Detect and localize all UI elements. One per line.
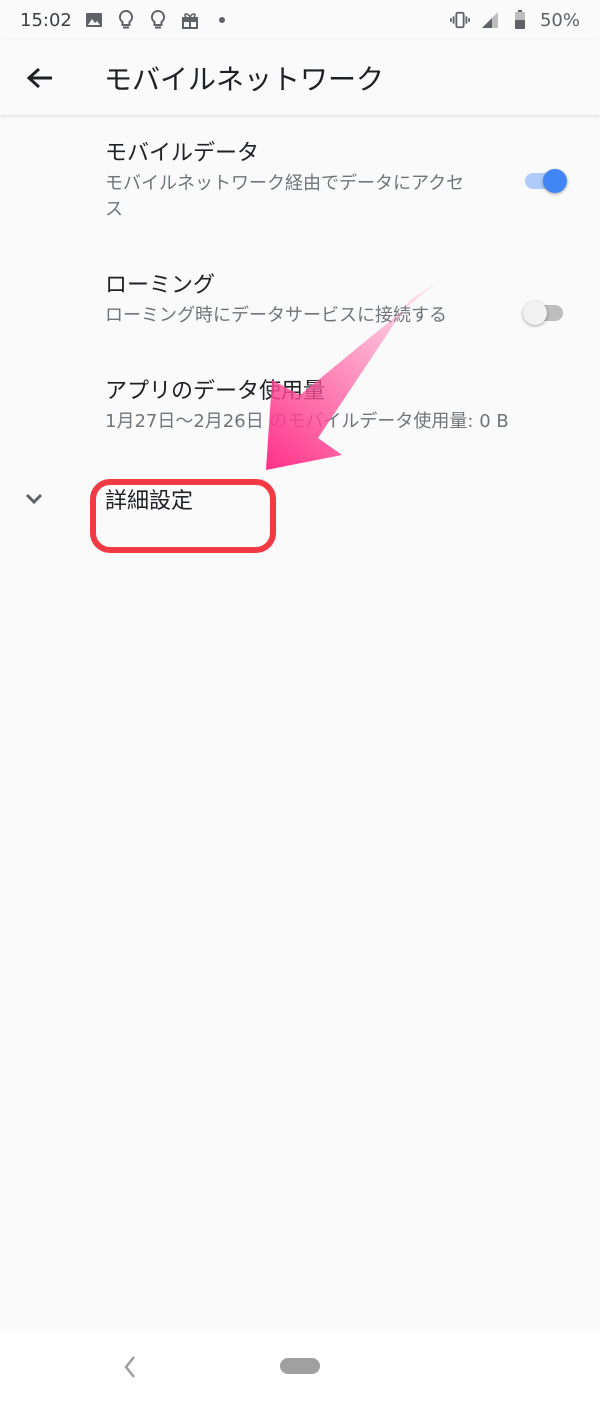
battery-icon xyxy=(510,10,530,30)
mobile-data-switch[interactable] xyxy=(525,169,567,193)
nav-bar xyxy=(0,1331,600,1401)
roaming-switch[interactable] xyxy=(523,301,565,325)
vibrate-icon xyxy=(449,10,470,30)
switch-thumb xyxy=(523,301,547,325)
signal-icon xyxy=(480,10,500,30)
pref-roaming[interactable]: ローミング ローミング時にデータサービスに接続する xyxy=(0,247,600,353)
pref-mobile-data[interactable]: モバイルデータ モバイルネットワーク経由でデータにアクセス xyxy=(0,115,600,247)
pref-app-data-usage[interactable]: アプリのデータ使用量 1月27日〜2月26日 のモバイルデータ使用量: 0 B xyxy=(0,353,600,459)
status-bar: 15:02 50% xyxy=(0,0,600,40)
gift-icon xyxy=(180,10,200,30)
status-left: 15:02 xyxy=(20,10,232,31)
pref-summary: ローミング時にデータサービスに接続する xyxy=(105,305,447,326)
pref-title: ローミング xyxy=(105,273,216,298)
pref-summary: 1月27日〜2月26日 のモバイルデータ使用量: 0 B xyxy=(105,411,509,432)
status-time: 15:02 xyxy=(20,9,72,31)
pref-title: アプリのデータ使用量 xyxy=(105,379,326,404)
nav-home-pill[interactable] xyxy=(280,1358,320,1374)
dot-icon xyxy=(212,10,232,30)
advanced-settings-label: 詳細設定 xyxy=(105,489,194,514)
pref-summary: モバイルネットワーク経由でデータにアクセス xyxy=(105,173,465,220)
lightbulb-icon xyxy=(148,10,168,30)
advanced-settings-row[interactable]: 詳細設定 xyxy=(0,459,600,539)
status-right: 50% xyxy=(449,9,580,31)
battery-percent: 50% xyxy=(539,9,580,31)
switch-thumb xyxy=(543,169,567,193)
app-bar: モバイルネットワーク xyxy=(0,40,600,115)
nav-back-icon[interactable] xyxy=(118,1353,142,1381)
preference-list: モバイルデータ モバイルネットワーク経由でデータにアクセス ローミング ローミン… xyxy=(0,115,600,539)
back-button[interactable] xyxy=(0,40,80,115)
image-icon xyxy=(84,10,104,30)
chevron-down-icon xyxy=(25,493,43,505)
lightbulb-icon xyxy=(116,10,136,30)
pref-title: モバイルデータ xyxy=(105,141,260,166)
page-title: モバイルネットワーク xyxy=(104,62,385,96)
arrow-back-icon xyxy=(26,67,52,88)
